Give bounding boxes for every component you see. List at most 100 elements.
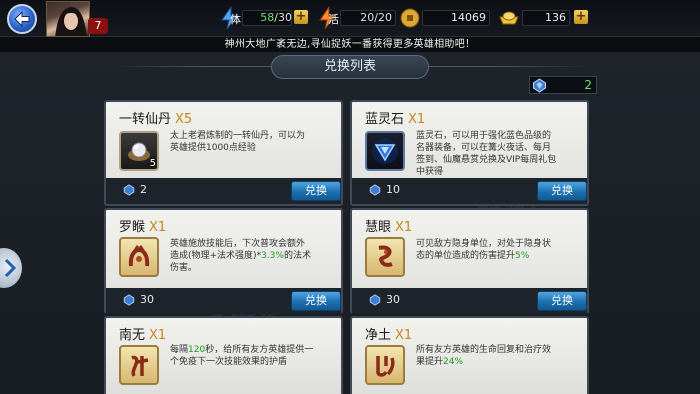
item-icon-frame[interactable]: 5 [119, 131, 159, 171]
item-title: 一转仙丹 [119, 112, 172, 127]
item-description: 可见敌方隐身单位，对处于隐身状 态的单位造成的伤害提升5% [416, 238, 551, 262]
top-bar: 7 体 58/30 + 活 20/20 14069 136 + [0, 0, 700, 37]
card-footer: 10 兑换 [352, 178, 587, 204]
item-title: 净土 [365, 328, 392, 343]
energy-label: 活 [328, 13, 339, 26]
exchange-card-luohou: 罗睺 X1 英雄施放技能后，下次普攻会额外 造成(物理+法术强度)*3.3%的法术… [104, 208, 343, 314]
item-name: 慧眼 X1 [365, 216, 412, 235]
desc-line: 可见敌方隐身单位，对处于隐身状 [416, 239, 552, 249]
item-icon-frame[interactable] [365, 131, 405, 171]
back-button[interactable] [7, 4, 37, 34]
gem-cost: 30 [386, 293, 400, 306]
item-quantity: X1 [395, 328, 413, 343]
item-quantity: X1 [395, 220, 413, 235]
desc-line: 签到、仙魔悬赏兑换及VIP每周礼包 [416, 155, 557, 165]
item-icon-frame[interactable] [365, 237, 405, 277]
item-count: 5 [149, 158, 156, 169]
add-gold-button[interactable]: + [574, 10, 588, 24]
desc-highlight: 24% [443, 357, 464, 367]
energy-resource: 活 20/20 [316, 6, 396, 30]
player-avatar[interactable] [46, 1, 90, 37]
desc-line: 个免疫下一次技能效果的护盾 [170, 357, 288, 367]
desc-text: 每隔 [170, 345, 189, 355]
item-name: 一转仙丹 X5 [119, 108, 192, 127]
desc-text: 果提升 [416, 357, 444, 367]
blue-crystal-icon [372, 138, 398, 164]
exchange-card-xiandan: 一转仙丹 X5 5 太上老君炼制的一转仙丹，可以为 英雄提供1000点经验 2 兑… [104, 100, 343, 206]
desc-text: 秒，给所有友方英雄提供一 [205, 345, 314, 355]
coin-value: 14069 [451, 11, 486, 24]
desc-line: 所有友方英雄的生命回复和治疗效 [416, 345, 552, 355]
gem-cost-icon [369, 184, 381, 196]
desc-line: 英雄施放技能后，下次普攻会额外 [170, 239, 306, 249]
player-level-badge: 7 [88, 18, 108, 34]
card-footer: 30 兑换 [352, 288, 587, 314]
exchange-button[interactable]: 兑换 [537, 181, 587, 201]
exchange-button[interactable]: 兑换 [537, 291, 587, 311]
gem-icon [533, 78, 546, 93]
gold-ingot-icon [499, 11, 519, 25]
gem-cost: 30 [140, 293, 154, 306]
desc-text: 造成(物理+法术强度)* [170, 251, 262, 261]
item-icon-frame[interactable] [119, 345, 159, 385]
desc-line: 伤害。 [170, 263, 198, 273]
item-icon-frame[interactable] [365, 345, 405, 385]
item-title: 罗睺 [119, 220, 146, 235]
item-name: 净土 X1 [365, 324, 412, 343]
section-title: 兑换列表 [271, 55, 429, 79]
item-description: 所有友方英雄的生命回复和治疗效 果提升24% [416, 344, 551, 368]
gem-balance-value: 2 [584, 78, 592, 92]
scroll-left-button[interactable] [0, 248, 22, 288]
item-name: 南无 X1 [119, 324, 166, 343]
gem-cost-icon [123, 294, 135, 306]
desc-line: 英雄提供1000点经验 [170, 143, 256, 153]
stamina-max: /30 [274, 11, 292, 24]
item-description: 蓝灵石，可以用于强化蓝色品级的 名器装备，可以在篝火夜话、每月 签到、仙魔悬赏兑… [416, 130, 556, 178]
energy-value: 20/20 [360, 11, 392, 24]
item-description: 英雄施放技能后，下次普攻会额外 造成(物理+法术强度)*3.3%的法术 伤害。 [170, 238, 311, 274]
item-icon-frame[interactable] [119, 237, 159, 277]
gold-value: 136 [545, 11, 566, 24]
desc-line: 果提升24% [416, 356, 551, 368]
item-quantity: X1 [149, 328, 167, 343]
exchange-card-jingtu: 净土 X1 所有友方英雄的生命回复和治疗效 果提升24% [350, 316, 589, 394]
item-description: 每隔120秒，给所有友方英雄提供一 个免疫下一次技能效果的护盾 [170, 344, 313, 368]
chevron-right-icon [4, 259, 16, 277]
add-stamina-button[interactable]: + [294, 10, 308, 24]
notice-banner: 神州大地广袤无边,寻仙捉妖一番获得更多英雄相助吧！ [0, 37, 700, 52]
desc-highlight: 5% [515, 251, 530, 261]
item-name: 罗睺 X1 [119, 216, 166, 235]
exchange-card-namo: 南无 X1 每隔120秒，给所有友方英雄提供一 个免疫下一次技能效果的护盾 [104, 316, 343, 394]
gem-cost: 10 [386, 183, 400, 196]
stamina-label: 体 [230, 13, 241, 26]
item-title: 蓝灵石 [365, 112, 405, 127]
desc-line: 态的单位造成的伤害提升5% [416, 250, 551, 262]
item-title: 南无 [119, 328, 146, 343]
item-quantity: X5 [175, 112, 193, 127]
luohou-rune-icon [128, 245, 150, 267]
item-quantity: X1 [408, 112, 426, 127]
desc-text: 态的单位造成的伤害提升 [416, 251, 516, 261]
desc-highlight: 3.3% [261, 251, 284, 261]
back-arrow-icon [14, 11, 30, 27]
desc-line: 造成(物理+法术强度)*3.3%的法术 [170, 250, 311, 262]
gold-resource: 136 + [498, 6, 590, 30]
eye-rune-icon [378, 245, 393, 267]
desc-line: 中获得 [416, 167, 444, 177]
exchange-card-lanlingshi: 蓝灵石 X1 蓝灵石，可以用于强化蓝色品级的 名器装备，可以在篝火夜话、每月 签到… [350, 100, 589, 206]
exchange-button[interactable]: 兑换 [291, 291, 341, 311]
gem-cost: 2 [140, 183, 147, 196]
exchange-card-huiyan: 慧眼 X1 可见敌方隐身单位，对处于隐身状 态的单位造成的伤害提升5% 30 兑换 [350, 208, 589, 314]
pureland-rune-icon [376, 356, 395, 377]
desc-line: 每隔120秒，给所有友方英雄提供一 [170, 344, 313, 356]
desc-line: 太上老君炼制的一转仙丹，可以为 [170, 131, 306, 141]
item-title: 慧眼 [365, 220, 392, 235]
exchange-button[interactable]: 兑换 [291, 181, 341, 201]
item-name: 蓝灵石 X1 [365, 108, 425, 127]
item-description: 太上老君炼制的一转仙丹，可以为 英雄提供1000点经验 [170, 130, 305, 154]
stamina-resource: 体 58/30 + [218, 6, 310, 30]
exchange-screen: 乱斗西游论坛 乱斗西游论坛 乱斗西游论坛 7 体 58/30 [0, 0, 700, 394]
namo-rune-icon [131, 355, 149, 377]
coin-resource: 14069 [400, 6, 492, 30]
desc-line: 名器装备，可以在篝火夜话、每月 [416, 143, 552, 153]
